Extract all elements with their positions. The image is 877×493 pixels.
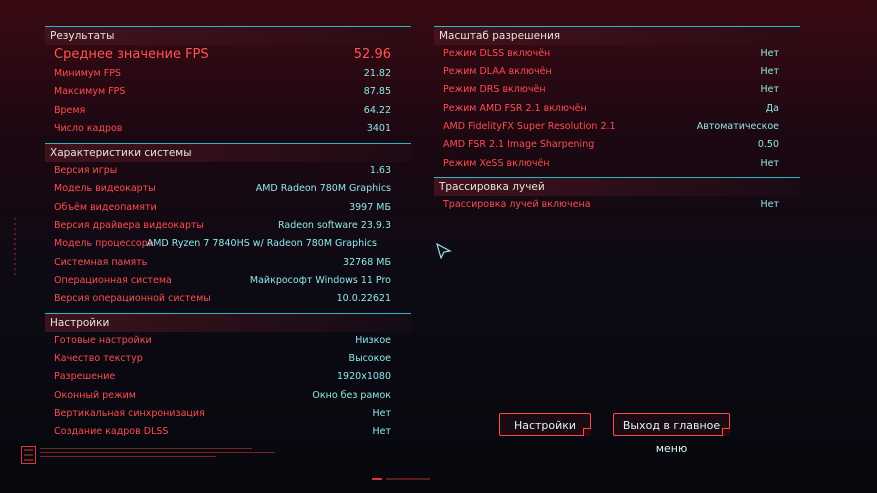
system-row: Модель видеокарты AMD Radeon 780M Graphi…: [45, 180, 411, 198]
system-header: Характеристики системы: [45, 143, 411, 162]
system-row: Операционная система Майкрософт Windows …: [45, 272, 411, 290]
settings-button[interactable]: Настройки: [499, 413, 591, 436]
row-value: 21.82: [363, 68, 391, 79]
settings-header: Настройки: [45, 313, 411, 332]
scaling-header: Масштаб разрешения: [434, 26, 800, 45]
row-value: Radeon software 23.9.3: [278, 220, 391, 231]
side-decoration-icon: [14, 218, 16, 278]
row-label: Системная память: [54, 257, 148, 268]
row-label: Готовые настройки: [54, 335, 152, 346]
results-row: Число кадров 3401: [45, 120, 411, 138]
row-label: AMD FSR 2.1 Image Sharpening: [443, 139, 595, 150]
row-value: 1.63: [369, 165, 391, 176]
avg-fps-label: Среднее значение FPS: [54, 47, 209, 62]
row-value: 64.22: [363, 105, 391, 116]
avg-fps-row: Среднее значение FPS 52.96: [45, 46, 411, 64]
scaling-row: AMD FSR 2.1 Image Sharpening 0.50: [434, 136, 800, 154]
row-value: Высокое: [348, 353, 391, 364]
row-value: 87.85: [363, 86, 391, 97]
row-label: Время: [54, 105, 86, 116]
exit-to-main-menu-button[interactable]: Выход в главное меню: [613, 413, 730, 455]
mouse-cursor-icon: [436, 243, 452, 259]
scaling-row: Режим DLSS включён Нет: [434, 45, 800, 63]
row-value: 32768 МБ: [343, 257, 391, 268]
row-value: Автоматическое: [696, 121, 779, 132]
avg-fps-value: 52.96: [353, 47, 391, 62]
row-label: Вертикальная синхронизация: [54, 408, 205, 419]
scaling-row: Режим DLAA включён Нет: [434, 63, 800, 81]
row-value: 10.0.22621: [336, 293, 391, 304]
row-label: Модель процессора: [54, 238, 154, 249]
row-label: Версия драйвера видеокарты: [54, 220, 205, 231]
results-row: Максимум FPS 87.85: [45, 83, 411, 101]
settings-row: Оконный режим Окно без рамок: [45, 387, 411, 405]
row-value: 1920x1080: [337, 371, 391, 382]
row-value: AMD Radeon 780M Graphics: [255, 183, 391, 194]
row-value: Нет: [372, 408, 391, 419]
system-row: Версия драйвера видеокарты Radeon softwa…: [45, 217, 411, 235]
row-label: Операционная система: [54, 275, 172, 286]
row-label: Режим DLAA включён: [443, 66, 552, 77]
scaling-panel: Масштаб разрешения Режим DLSS включён Не…: [434, 26, 800, 226]
row-value: Майкрософт Windows 11 Pro: [249, 275, 391, 286]
row-label: Режим AMD FSR 2.1 включён: [443, 103, 587, 114]
row-label: Трассировка лучей включена: [443, 199, 591, 210]
row-label: Разрешение: [54, 371, 116, 382]
row-value: AMD Ryzen 7 7840HS w/ Radeon 780M Graphi…: [146, 238, 377, 249]
system-row: Версия операционной системы 10.0.22621: [45, 290, 411, 308]
row-label: Объём видеопамяти: [54, 202, 157, 213]
row-value: Нет: [760, 66, 779, 77]
system-row: Модель процессора AMD Ryzen 7 7840HS w/ …: [45, 235, 411, 253]
row-label: Максимум FPS: [54, 86, 126, 97]
row-label: Число кадров: [54, 123, 123, 134]
row-value: 3997 МБ: [349, 202, 391, 213]
results-row: Время 64.22: [45, 102, 411, 120]
row-label: Режим DLSS включён: [443, 48, 551, 59]
results-panel: Результаты Среднее значение FPS 52.96 Ми…: [45, 26, 411, 446]
scaling-row: Режим XeSS включён Нет: [434, 155, 800, 173]
row-value: Низкое: [355, 335, 391, 346]
row-label: Версия игры: [54, 165, 118, 176]
system-row: Системная память 32768 МБ: [45, 254, 411, 272]
legal-fine-print: [40, 448, 275, 462]
row-value: Нет: [760, 84, 779, 95]
row-label: Качество текстур: [54, 353, 143, 364]
row-label: Модель видеокарты: [54, 183, 156, 194]
row-label: Создание кадров DLSS: [54, 426, 169, 437]
logo-icon: [21, 446, 36, 464]
row-value: Нет: [760, 158, 779, 169]
row-label: Оконный режим: [54, 390, 136, 401]
row-value: Нет: [372, 426, 391, 437]
settings-row: Готовые настройки Низкое: [45, 332, 411, 350]
row-label: Минимум FPS: [54, 68, 121, 79]
row-label: Режим DRS включён: [443, 84, 546, 95]
row-label: AMD FidelityFX Super Resolution 2.1: [443, 121, 616, 132]
row-value: Нет: [760, 48, 779, 59]
row-value: 0.50: [757, 139, 779, 150]
row-value: 3401: [366, 123, 391, 134]
row-label: Режим XeSS включён: [443, 158, 550, 169]
row-value: Да: [765, 103, 779, 114]
settings-row: Разрешение 1920x1080: [45, 368, 411, 386]
results-row: Минимум FPS 21.82: [45, 65, 411, 83]
settings-row: Вертикальная синхронизация Нет: [45, 405, 411, 423]
row-label: Версия операционной системы: [54, 293, 211, 304]
bottom-center-mark-icon: [372, 478, 430, 480]
scaling-row: Режим AMD FSR 2.1 включён Да: [434, 100, 800, 118]
settings-row: Качество текстур Высокое: [45, 350, 411, 368]
system-row: Объём видеопамяти 3997 МБ: [45, 199, 411, 217]
raytracing-header: Трассировка лучей: [434, 177, 800, 196]
settings-row: Создание кадров DLSS Нет: [45, 423, 411, 441]
scaling-row: AMD FidelityFX Super Resolution 2.1 Авто…: [434, 118, 800, 136]
results-header: Результаты: [45, 26, 411, 45]
raytracing-row: Трассировка лучей включена Нет: [434, 196, 800, 214]
row-value: Окно без рамок: [312, 390, 391, 401]
system-row: Версия игры 1.63: [45, 162, 411, 180]
scaling-row: Режим DRS включён Нет: [434, 81, 800, 99]
row-value: Нет: [760, 199, 779, 210]
